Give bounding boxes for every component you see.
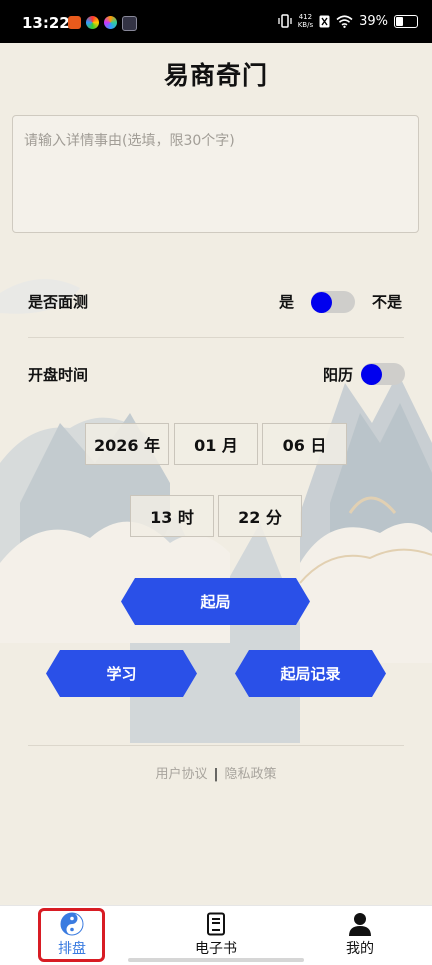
day-picker[interactable]: 06 日 xyxy=(262,423,347,465)
battery-percent: 39% xyxy=(359,13,388,29)
divider xyxy=(28,745,404,746)
app-notification-icon xyxy=(68,16,81,29)
video-app-icon xyxy=(122,16,137,31)
hour-picker[interactable]: 13 时 xyxy=(130,495,214,537)
home-indicator[interactable] xyxy=(128,958,304,962)
wifi-icon xyxy=(336,14,353,28)
learn-button[interactable]: 学习 xyxy=(46,650,197,697)
page-title: 易商奇门 xyxy=(163,61,268,90)
toggle-knob xyxy=(361,363,382,385)
book-icon xyxy=(207,912,225,936)
nfc-icon xyxy=(319,15,330,27)
user-icon xyxy=(349,913,371,936)
app-notification-icon xyxy=(86,16,99,29)
status-bar: 13:22 412 KB/s 39% xyxy=(0,0,432,43)
in-person-label: 是否面测 xyxy=(28,293,89,311)
footer-links: 用户协议 | 隐私政策 xyxy=(0,763,432,782)
user-agreement-link[interactable]: 用户协议 xyxy=(155,767,207,782)
year-picker[interactable]: 2026 年 xyxy=(85,423,169,465)
in-person-no-label: 不是 xyxy=(372,293,403,311)
records-button[interactable]: 起局记录 xyxy=(235,650,386,697)
tab-mine[interactable]: 我的 xyxy=(310,906,410,965)
active-tab-highlight xyxy=(38,908,105,962)
tab-label: 电子书 xyxy=(195,941,237,957)
start-button[interactable]: 起局 xyxy=(121,578,310,625)
minute-picker[interactable]: 22 分 xyxy=(218,495,302,537)
in-person-toggle[interactable] xyxy=(311,291,355,313)
status-time: 13:22 xyxy=(22,14,70,32)
in-person-yes-label: 是 xyxy=(279,293,295,311)
month-picker[interactable]: 01 月 xyxy=(174,423,258,465)
tab-ebook[interactable]: 电子书 xyxy=(166,906,266,965)
notification-icons xyxy=(68,16,137,31)
tab-label: 我的 xyxy=(346,941,374,957)
battery-icon xyxy=(394,14,418,28)
divider xyxy=(28,337,404,338)
footer-separator: | xyxy=(213,767,219,782)
privacy-policy-link[interactable]: 隐私政策 xyxy=(225,767,277,782)
start-time-label: 开盘时间 xyxy=(28,366,89,384)
vibrate-icon xyxy=(278,14,292,28)
reason-input[interactable] xyxy=(12,115,419,233)
net-speed: 412 KB/s xyxy=(297,13,314,29)
toggle-knob xyxy=(311,291,332,313)
app-notification-icon xyxy=(104,16,117,29)
calendar-type-toggle[interactable] xyxy=(361,363,405,385)
calendar-type-label: 阳历 xyxy=(323,366,354,384)
status-right: 412 KB/s 39% xyxy=(278,13,418,29)
